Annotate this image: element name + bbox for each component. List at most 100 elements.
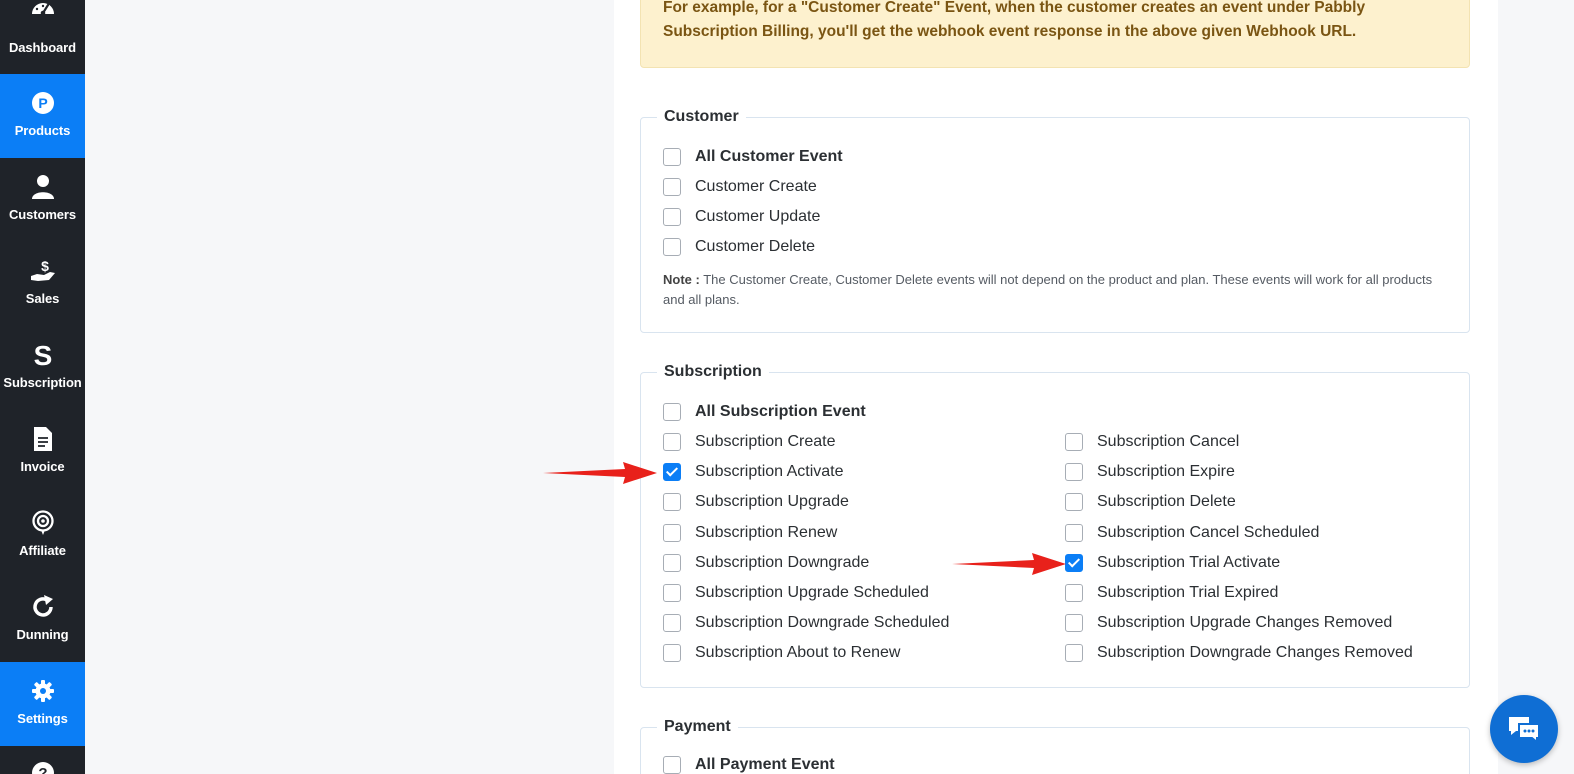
checkbox-box[interactable] [1065,493,1083,512]
sidebar-label-affiliate: Affiliate [19,543,66,558]
checkbox-box[interactable] [663,238,681,256]
customer-event-group: Customer All Customer Event Customer Cre… [640,108,1470,333]
checkbox-label: Subscription Cancel [1097,433,1240,450]
sidebar-label-dashboard: Dashboard [8,40,76,55]
customer-delete-checkbox[interactable]: Customer Delete [663,238,815,256]
checkbox-box[interactable] [1065,463,1083,482]
sales-icon: $ [0,256,85,286]
svg-text:P: P [38,95,47,111]
customer-update-checkbox[interactable]: Customer Update [663,208,820,226]
checkbox-box[interactable] [663,208,681,226]
payment-group-title: Payment [657,718,738,736]
customer-note: Note : The Customer Create, Customer Del… [663,270,1443,310]
all-subscription-event-checkbox[interactable]: All Subscription Event [663,403,866,421]
sidebar-item-products[interactable]: P Products [0,74,85,158]
sidebar-item-settings[interactable]: Settings [0,662,85,746]
sidebar-label-dunning: Dunning [16,627,69,642]
checkbox-label: Subscription Expire [1097,463,1235,481]
checkbox-box[interactable] [663,756,681,774]
checkbox-label: Subscription Downgrade [695,553,870,571]
subscription-create-checkbox[interactable]: Subscription Create [663,433,836,451]
sidebar-item-subscription[interactable]: S Subscription [0,326,85,410]
sidebar-item-sales[interactable]: $ Sales [0,242,85,326]
checkbox-box[interactable] [663,644,681,663]
checkbox-box[interactable] [1065,584,1083,602]
checkbox-box[interactable] [1065,614,1083,633]
subscription-cancel-checkbox[interactable]: Subscription Cancel [1065,433,1239,451]
settings-icon [0,676,85,706]
checkbox-label: Customer Create [695,178,817,195]
subscription-cancel-scheduled-checkbox[interactable]: Subscription Cancel Scheduled [1065,523,1320,542]
subscription-renew-checkbox[interactable]: Subscription Renew [663,523,838,542]
sidebar-item-invoice[interactable]: Invoice [0,410,85,494]
subscription-trial-expired-checkbox[interactable]: Subscription Trial Expired [1065,584,1278,602]
notice-line-2: Subscription Billing, you'll get the web… [663,23,1357,40]
checkbox-label: Subscription Downgrade Changes Removed [1097,644,1413,662]
red-arrow-icon [543,462,657,484]
checkbox-box[interactable] [1065,523,1083,542]
checkbox-box[interactable] [663,148,681,166]
checkbox-box[interactable] [1065,644,1083,663]
svg-text:?: ? [38,765,47,774]
subscription-downgrade-scheduled-checkbox[interactable]: Subscription Downgrade Scheduled [663,614,950,633]
checkbox-checked[interactable] [663,463,681,482]
checkbox-label: Subscription Renew [695,523,838,541]
checkbox-label: Customer Delete [695,238,816,255]
checkbox-box[interactable] [663,178,681,196]
subscription-expire-checkbox[interactable]: Subscription Expire [1065,463,1235,482]
checkbox-box[interactable] [663,553,681,572]
subscription-upgrade-checkbox[interactable]: Subscription Upgrade [663,493,849,512]
payment-event-group: Payment All Payment Event [640,718,1470,774]
sidebar-label-products: Products [14,123,71,138]
sidebar-label-sales: Sales [25,291,60,306]
help-icon: ? [0,758,85,774]
subscription-delete-checkbox[interactable]: Subscription Delete [1065,493,1236,512]
sidebar-item-affiliate[interactable]: Affiliate [0,494,85,578]
checkbox-label: Subscription Downgrade Scheduled [695,614,950,632]
checkbox-box[interactable] [663,433,681,451]
sidebar-item-dashboard[interactable]: Dashboard [0,0,85,64]
checkbox-label: Subscription Cancel Scheduled [1097,523,1320,541]
checkbox-box[interactable] [1065,433,1083,451]
subscription-upgrade-changes-removed-checkbox[interactable]: Subscription Upgrade Changes Removed [1065,614,1392,633]
checkbox-box[interactable] [663,584,681,602]
checkbox-box[interactable] [663,523,681,542]
affiliate-icon [0,508,85,538]
invoice-icon [0,424,85,454]
red-arrow-icon [952,553,1066,575]
sidebar-item-customers[interactable]: Customers [0,158,85,242]
subscription-trial-activate-checkbox[interactable]: Subscription Trial Activate [1065,553,1280,572]
subscription-group-title: Subscription [657,363,769,381]
subscription-downgrade-checkbox[interactable]: Subscription Downgrade [663,553,870,572]
sidebar-label-customers: Customers [8,207,76,222]
note-label: Note : [663,272,700,287]
subscription-activate-checkbox[interactable]: Subscription Activate [663,463,844,482]
customers-icon [0,172,85,202]
checkbox-label: Subscription Trial Expired [1097,584,1279,601]
svg-text:S: S [33,341,52,369]
customer-create-checkbox[interactable]: Customer Create [663,178,817,196]
checkbox-box[interactable] [663,614,681,633]
checkbox-box[interactable] [663,493,681,512]
all-customer-event-checkbox[interactable]: All Customer Event [663,148,843,166]
products-icon: P [0,88,85,118]
subscription-icon: S [0,340,85,370]
chat-bubbles-icon [1509,717,1540,744]
subscription-downgrade-changes-removed-checkbox[interactable]: Subscription Downgrade Changes Removed [1065,644,1413,663]
sidebar-item-help[interactable]: ? [0,746,85,774]
sidebar-label-settings: Settings [17,711,68,726]
checkbox-label: Subscription Upgrade Scheduled [695,584,929,601]
checkbox-label: All Subscription Event [695,403,866,420]
webhook-notice: For example, for a "Customer Create" Eve… [640,0,1470,68]
sidebar: Dashboard P Products Customers $ Sales S… [0,0,85,774]
sidebar-item-dunning[interactable]: Dunning [0,578,85,662]
checkbox-label: All Payment Event [695,756,835,773]
live-chat-button[interactable] [1490,695,1558,763]
checkbox-label: Customer Update [695,208,821,225]
subscription-upgrade-scheduled-checkbox[interactable]: Subscription Upgrade Scheduled [663,584,929,602]
checkbox-label: Subscription Delete [1097,493,1236,511]
subscription-about-to-renew-checkbox[interactable]: Subscription About to Renew [663,644,900,663]
all-payment-event-checkbox[interactable]: All Payment Event [663,756,835,774]
checkbox-box[interactable] [663,403,681,421]
customer-group-title: Customer [657,108,746,126]
